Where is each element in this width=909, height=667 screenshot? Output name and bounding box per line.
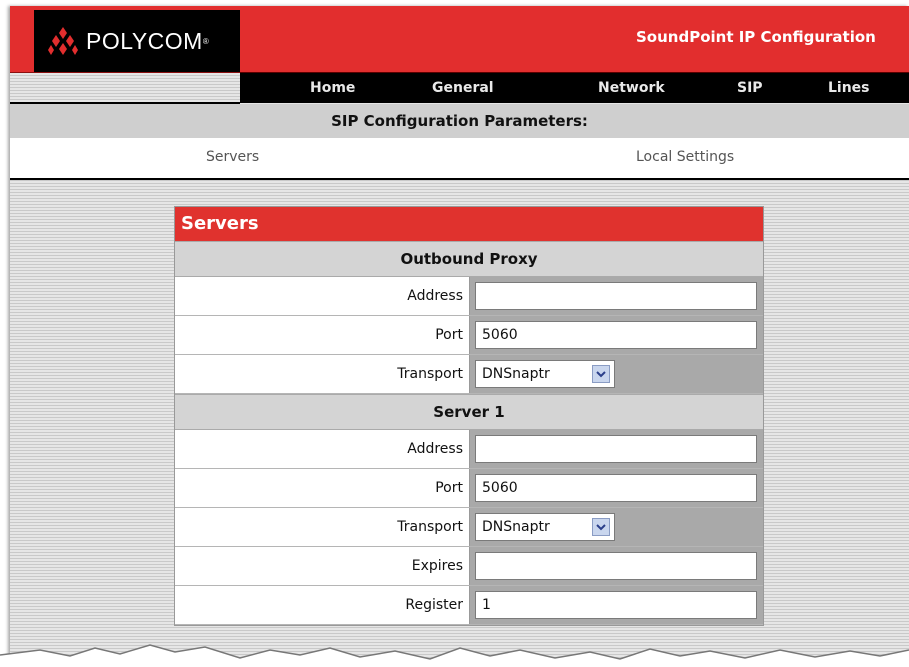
chevron-down-icon[interactable] — [592, 518, 610, 536]
logo-text: POLYCOM — [86, 27, 203, 54]
form-row: Expires — [175, 547, 763, 586]
polycom-logo: POLYCOM ® — [34, 10, 240, 72]
server1-heading: Server 1 — [175, 394, 763, 430]
outbound-proxy-address-input[interactable] — [475, 282, 757, 310]
server1-port-input[interactable]: 5060 — [475, 474, 757, 502]
register-label: Register — [175, 586, 470, 624]
server1-register-input[interactable]: 1 — [475, 591, 757, 619]
outbound-proxy-port-input[interactable]: 5060 — [475, 321, 757, 349]
app-title: SoundPoint IP Configuration — [636, 28, 876, 46]
section-title: SIP Configuration Parameters: — [331, 112, 588, 130]
nav-home[interactable]: Home — [310, 80, 355, 96]
transport-label: Transport — [175, 508, 470, 546]
main-nav: Home General Network SIP Lines — [240, 72, 909, 103]
server1-address-input[interactable] — [475, 435, 757, 463]
port-label: Port — [175, 316, 470, 354]
server1-transport-select[interactable]: DNSnaptr — [475, 513, 615, 541]
section-bar: SIP Configuration Parameters: — [10, 104, 909, 138]
subnav-servers[interactable]: Servers — [206, 149, 259, 165]
form-row: Port 5060 — [175, 469, 763, 508]
server1-expires-input[interactable] — [475, 552, 757, 580]
transport-label: Transport — [175, 355, 470, 393]
form-row: Address — [175, 277, 763, 316]
polycom-logo-icon — [48, 27, 78, 55]
form-row: Address — [175, 430, 763, 469]
nav-network[interactable]: Network — [598, 80, 665, 96]
address-label: Address — [175, 277, 470, 315]
expires-label: Expires — [175, 547, 470, 585]
panel-title: Servers — [175, 207, 763, 241]
form-row: Port 5060 — [175, 316, 763, 355]
nav-lines[interactable]: Lines — [828, 80, 870, 96]
logo-trademark: ® — [202, 36, 209, 46]
outbound-proxy-transport-select[interactable]: DNSnaptr — [475, 360, 615, 388]
outbound-proxy-heading: Outbound Proxy — [175, 241, 763, 277]
form-row: Transport DNSnaptr — [175, 355, 763, 394]
form-row: Transport DNSnaptr — [175, 508, 763, 547]
chevron-down-icon[interactable] — [592, 365, 610, 383]
transport-value: DNSnaptr — [482, 519, 550, 535]
transport-value: DNSnaptr — [482, 366, 550, 382]
form-row: Register 1 — [175, 586, 763, 625]
app-window: POLYCOM ® SoundPoint IP Configuration Hom… — [10, 6, 909, 661]
nav-general[interactable]: General — [432, 80, 494, 96]
sub-nav: Servers Local Settings — [10, 138, 909, 180]
header: POLYCOM ® SoundPoint IP Configuration — [10, 6, 909, 73]
servers-panel: Servers Outbound Proxy Address Port 5060… — [174, 206, 764, 626]
subnav-local-settings[interactable]: Local Settings — [636, 149, 734, 165]
nav-sip[interactable]: SIP — [737, 80, 763, 96]
port-label: Port — [175, 469, 470, 507]
address-label: Address — [175, 430, 470, 468]
